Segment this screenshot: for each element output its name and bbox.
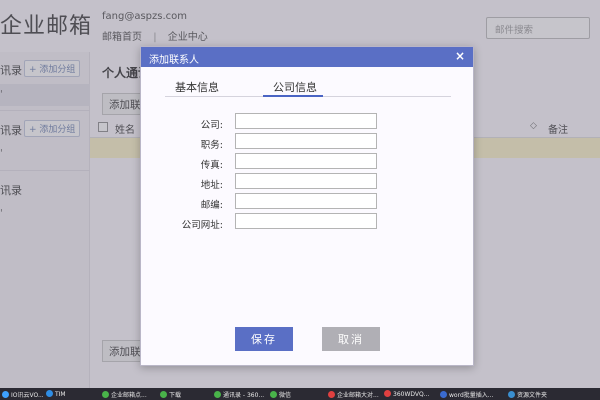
dialog-header: 添加联系人 × <box>141 47 473 67</box>
add-contact-dialog: 添加联系人 × 基本信息 公司信息 公司: 职务: 传真: 地址: 邮编: 公司… <box>140 46 474 366</box>
tab-basic-info[interactable]: 基本信息 <box>175 79 219 95</box>
address-label: 地址: <box>200 180 223 191</box>
position-label: 职务: <box>200 140 223 151</box>
taskbar-item[interactable]: 通讯录 - 360... <box>214 390 264 399</box>
app-icon <box>270 391 277 398</box>
cancel-button[interactable]: 取消 <box>322 327 380 351</box>
dialog-title: 添加联系人 <box>149 55 199 66</box>
app-icon <box>328 391 335 398</box>
app-icon <box>160 391 167 398</box>
taskbar-item[interactable]: 下载 <box>160 390 181 399</box>
company-website-label: 公司网址: <box>181 220 223 231</box>
app-icon <box>102 391 109 398</box>
postcode-label: 邮编: <box>200 200 223 211</box>
close-icon[interactable]: × <box>455 49 465 63</box>
address-field[interactable] <box>235 173 377 189</box>
postcode-field[interactable] <box>235 193 377 209</box>
company-website-field[interactable] <box>235 213 377 229</box>
app-icon <box>384 390 391 397</box>
app-icon <box>46 390 53 397</box>
app-icon <box>214 391 221 398</box>
taskbar-item[interactable]: 企业邮箱点... <box>102 390 147 399</box>
company-label: 公司: <box>200 120 223 131</box>
active-tab-indicator <box>263 95 323 97</box>
fax-field[interactable] <box>235 153 377 169</box>
taskbar: IO讯云VO... TIM 企业邮箱点... 下载 通讯录 - 360... 微… <box>0 388 600 400</box>
app-icon <box>2 391 9 398</box>
taskbar-item[interactable]: TIM <box>46 390 66 398</box>
fax-label: 传真: <box>200 160 223 171</box>
save-button[interactable]: 保存 <box>235 327 293 351</box>
taskbar-item[interactable]: IO讯云VO... <box>2 390 44 399</box>
company-field[interactable] <box>235 113 377 129</box>
tab-company-info[interactable]: 公司信息 <box>273 79 317 95</box>
dialog-tabs: 基本信息 公司信息 <box>165 75 451 97</box>
app-icon <box>508 391 515 398</box>
taskbar-item[interactable]: 企业邮箱大对... <box>328 390 379 399</box>
taskbar-item[interactable]: 360WDVQ... <box>384 390 429 398</box>
taskbar-item[interactable]: 微信 <box>270 390 291 399</box>
taskbar-item[interactable]: word批量插入... <box>440 390 493 399</box>
taskbar-item[interactable]: 资源文件夹 <box>508 390 547 399</box>
app-icon <box>440 391 447 398</box>
position-field[interactable] <box>235 133 377 149</box>
